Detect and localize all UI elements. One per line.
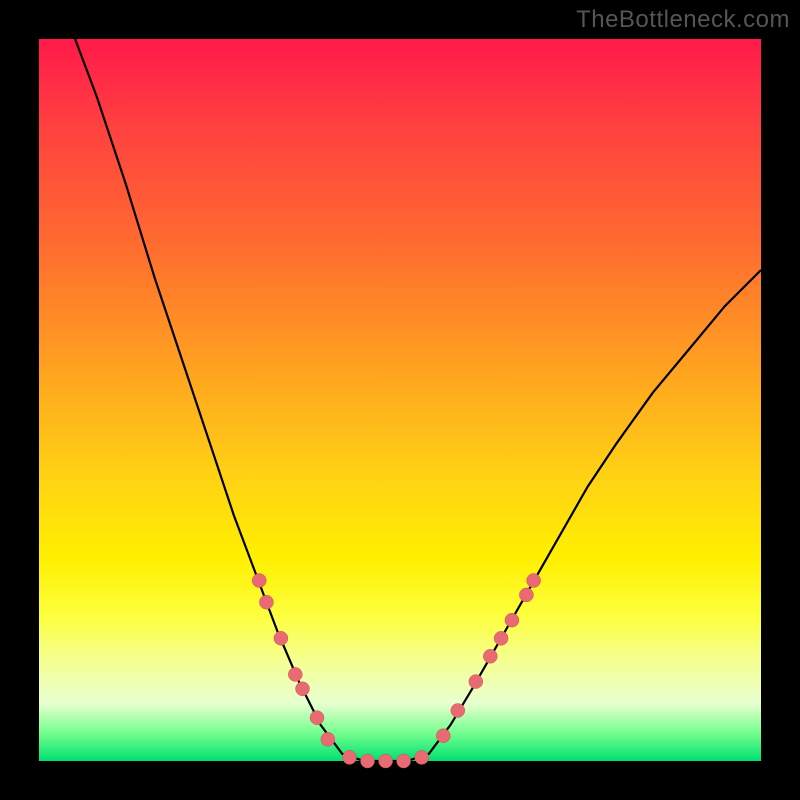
curve-markers <box>252 574 540 769</box>
curve-marker <box>483 649 497 663</box>
curve-marker <box>288 667 302 681</box>
plot-area <box>39 39 761 761</box>
curve-marker <box>469 675 483 689</box>
curve-marker <box>397 754 411 768</box>
curve-marker <box>310 711 324 725</box>
curve-marker <box>252 574 266 588</box>
watermark-text: TheBottleneck.com <box>576 6 790 34</box>
curve-marker <box>519 588 533 602</box>
curve-marker <box>451 704 465 718</box>
curve-marker <box>343 750 357 764</box>
bottleneck-curve-svg <box>39 39 761 761</box>
curve-marker <box>527 574 541 588</box>
curve-marker <box>259 595 273 609</box>
bottleneck-curve <box>75 39 761 761</box>
curve-marker <box>379 754 393 768</box>
curve-marker <box>296 682 310 696</box>
curve-marker <box>494 631 508 645</box>
curve-marker <box>436 729 450 743</box>
curve-marker <box>321 732 335 746</box>
curve-marker <box>505 613 519 627</box>
curve-marker <box>274 631 288 645</box>
chart-frame: TheBottleneck.com <box>0 0 800 800</box>
curve-marker <box>415 750 429 764</box>
curve-marker <box>361 754 375 768</box>
